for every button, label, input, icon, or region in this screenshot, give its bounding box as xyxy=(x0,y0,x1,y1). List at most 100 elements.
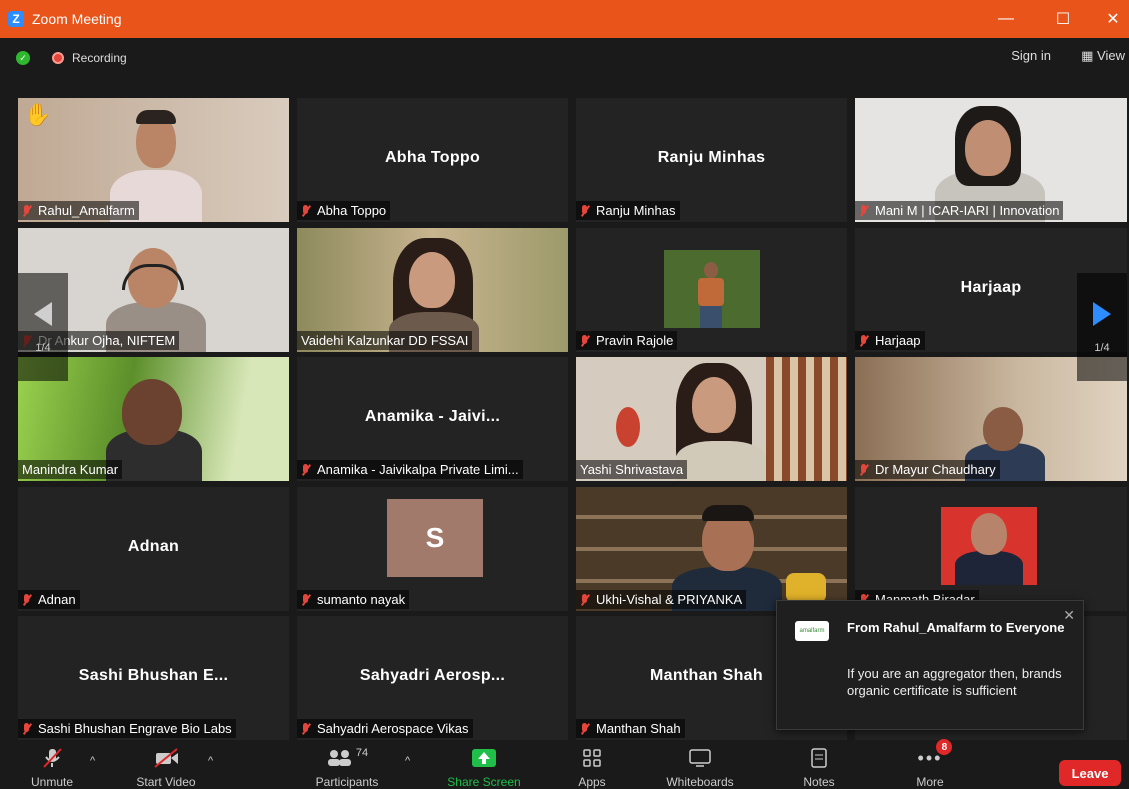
share-screen-button[interactable]: Share Screen xyxy=(436,741,532,789)
apps-label: Apps xyxy=(578,775,606,789)
meeting-status-bar: ✓ Recording xyxy=(0,38,1129,78)
recording-icon xyxy=(52,52,64,64)
participants-icon-wrap: 74 xyxy=(326,747,368,769)
title-bar: Z Zoom Meeting — ☐ ✕ xyxy=(0,0,1129,38)
close-button[interactable]: ✕ xyxy=(1090,0,1129,38)
participant-name: Mani M | ICAR-IARI | Innovation xyxy=(855,201,1064,220)
muted-mic-icon xyxy=(22,204,32,217)
video-tile[interactable]: Sashi Bhushan E... Sashi Bhushan Engrave… xyxy=(18,616,289,740)
participant-name: Manindra Kumar xyxy=(18,460,123,479)
video-tile[interactable]: Anamika - Jaivi... Anamika - Jaivikalpa … xyxy=(297,357,568,481)
previous-page-button[interactable]: 1/4 xyxy=(18,273,68,381)
participant-name: Yashi Shrivastava xyxy=(576,460,688,479)
chat-message: If you are an aggregator then, brands or… xyxy=(847,666,1062,698)
security-shield-icon[interactable]: ✓ xyxy=(16,51,30,65)
video-tile[interactable]: Ukhi-Vishal & PRIYANKA xyxy=(576,487,847,611)
video-tile[interactable]: Ranju Minhas Ranju Minhas xyxy=(576,98,847,222)
page-indicator-left: 1/4 xyxy=(35,342,51,354)
whiteboard-icon xyxy=(688,747,712,769)
chat-sender: From Rahul_Amalfarm to Everyone xyxy=(847,620,1065,635)
unmute-label: Unmute xyxy=(30,775,74,789)
participant-display-name: Anamika - Jaivi... xyxy=(364,408,501,426)
muted-mic-icon xyxy=(580,204,590,217)
video-tile[interactable]: Adnan Adnan xyxy=(18,487,289,611)
more-label: More xyxy=(916,775,944,789)
unmute-button[interactable]: Unmute xyxy=(22,741,82,789)
video-tile[interactable]: Abha Toppo Abha Toppo xyxy=(297,98,568,222)
muted-microphone-icon xyxy=(41,747,63,769)
participant-name: Harjaap xyxy=(855,331,925,350)
video-tile[interactable]: Yashi Shrivastava xyxy=(576,357,847,481)
maximize-button[interactable]: ☐ xyxy=(1040,0,1086,38)
muted-mic-icon xyxy=(580,334,590,347)
video-off-icon xyxy=(153,747,179,769)
chat-notification[interactable]: amalfarm From Rahul_Amalfarm to Everyone… xyxy=(776,600,1084,730)
participant-name: Ranju Minhas xyxy=(576,201,680,220)
video-tile[interactable]: Manmath Biradar xyxy=(855,487,1127,611)
recording-label: Recording xyxy=(72,51,127,65)
audio-options-caret[interactable]: ^ xyxy=(90,755,95,767)
muted-mic-icon xyxy=(301,204,311,217)
notes-icon xyxy=(810,747,828,769)
video-options-caret[interactable]: ^ xyxy=(208,755,213,767)
apps-button[interactable]: Apps xyxy=(572,741,612,789)
participant-name: sumanto nayak xyxy=(297,590,410,609)
muted-mic-icon xyxy=(859,463,869,476)
participant-name: Vaidehi Kalzunkar DD FSSAI xyxy=(297,331,473,350)
muted-mic-icon xyxy=(859,204,869,217)
muted-mic-icon xyxy=(859,334,869,347)
next-page-button[interactable]: 1/4 xyxy=(1077,273,1127,381)
participant-name: Pravin Rajole xyxy=(576,331,678,350)
start-video-label: Start Video xyxy=(136,775,196,789)
muted-mic-icon xyxy=(301,593,311,606)
avatar: S xyxy=(387,499,483,577)
video-tile[interactable]: ✋ Rahul_Amalfarm xyxy=(18,98,289,222)
page-indicator-right: 1/4 xyxy=(1094,342,1110,354)
chevron-left-icon xyxy=(34,302,52,326)
notes-button[interactable]: Notes xyxy=(794,741,844,789)
raised-hand-icon: ✋ xyxy=(24,102,52,127)
leave-button[interactable]: Leave xyxy=(1059,760,1121,786)
participant-name: Manthan Shah xyxy=(576,719,685,738)
participant-name: Rahul_Amalfarm xyxy=(18,201,139,220)
participants-icon xyxy=(327,750,351,766)
view-button[interactable]: ▦ View xyxy=(1081,48,1125,64)
notification-badge: 8 xyxy=(936,739,953,755)
close-icon[interactable]: ✕ xyxy=(1063,607,1075,624)
start-video-button[interactable]: Start Video xyxy=(124,741,208,789)
video-tile[interactable]: Mani M | ICAR-IARI | Innovation xyxy=(855,98,1127,222)
video-tile[interactable]: S sumanto nayak xyxy=(297,487,568,611)
video-tile-active-speaker[interactable]: Vaidehi Kalzunkar DD FSSAI xyxy=(297,228,568,352)
participant-name: Abha Toppo xyxy=(297,201,391,220)
participant-name: Sashi Bhushan Engrave Bio Labs xyxy=(18,719,236,738)
muted-mic-icon xyxy=(580,593,590,606)
muted-mic-icon xyxy=(580,722,590,735)
more-button[interactable]: ••• 8 More xyxy=(905,739,955,789)
view-label: View xyxy=(1097,48,1125,63)
muted-mic-icon xyxy=(301,463,311,476)
participants-label: Participants xyxy=(315,775,379,789)
zoom-logo-icon: Z xyxy=(8,11,24,27)
participant-display-name: Sashi Bhushan E... xyxy=(78,667,229,685)
participant-name: Sahyadri Aerospace Vikas xyxy=(297,719,473,738)
whiteboards-label: Whiteboards xyxy=(666,775,734,789)
share-screen-label: Share Screen xyxy=(447,775,521,789)
chevron-right-icon xyxy=(1093,302,1111,326)
share-screen-icon xyxy=(471,747,497,769)
participant-display-name: Sahyadri Aerosp... xyxy=(359,667,506,685)
participant-display-name: Ranju Minhas xyxy=(657,149,766,167)
video-tile[interactable]: Pravin Rajole xyxy=(576,228,847,352)
minimize-button[interactable]: — xyxy=(983,0,1029,38)
video-tile[interactable]: Sahyadri Aerosp... Sahyadri Aerospace Vi… xyxy=(297,616,568,740)
muted-mic-icon xyxy=(301,722,311,735)
muted-mic-icon xyxy=(22,593,32,606)
sign-in-button[interactable]: Sign in xyxy=(1011,48,1051,63)
participants-options-caret[interactable]: ^ xyxy=(405,755,410,767)
participants-button[interactable]: 74 Participants xyxy=(302,741,392,789)
apps-icon xyxy=(582,747,602,769)
participant-name: Ukhi-Vishal & PRIYANKA xyxy=(576,590,747,609)
window-title: Zoom Meeting xyxy=(32,11,122,27)
participant-name: Anamika - Jaivikalpa Private Limi... xyxy=(297,460,523,479)
whiteboards-button[interactable]: Whiteboards xyxy=(650,741,750,789)
participant-name: Dr Mayur Chaudhary xyxy=(855,460,1000,479)
